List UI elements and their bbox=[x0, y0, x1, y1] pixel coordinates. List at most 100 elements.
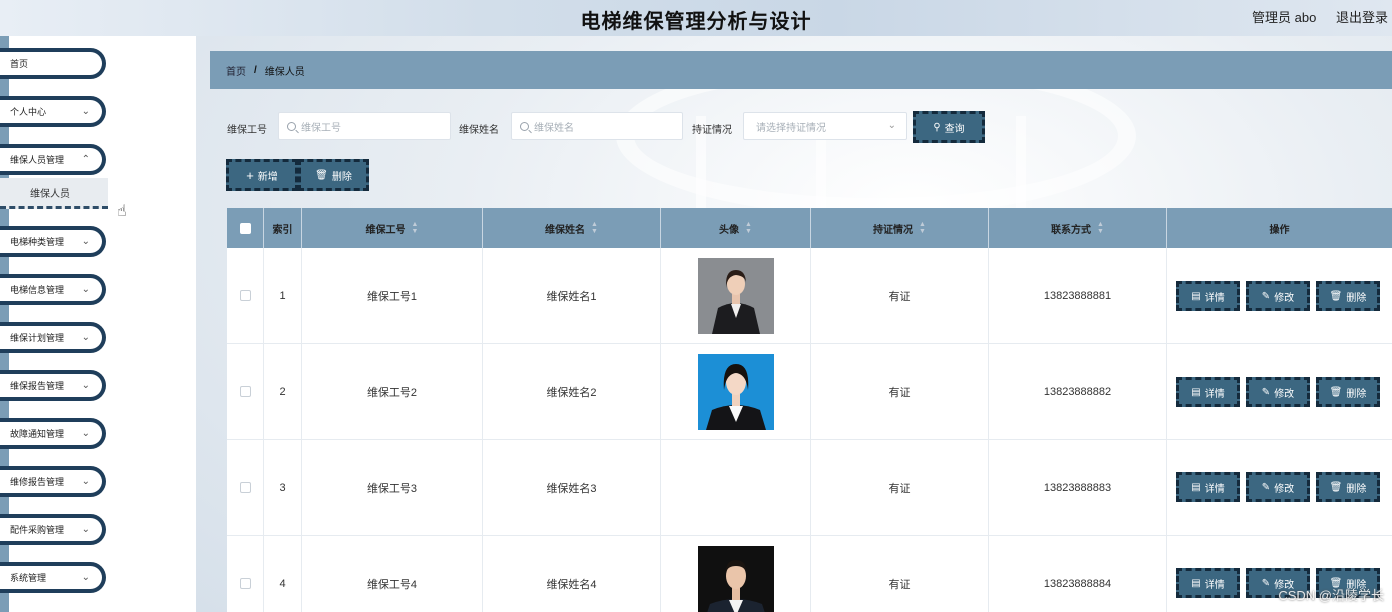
detail-button[interactable]: ▤ 详情 bbox=[1176, 377, 1240, 407]
trash-icon: 🗑 bbox=[315, 169, 328, 181]
sidebar-item-fault-notice[interactable]: 故障通知管理 ⌄ bbox=[0, 418, 106, 449]
sidebar-item-profile[interactable]: 个人中心 ⌄ bbox=[0, 96, 106, 127]
bulk-delete-button[interactable]: 🗑 删除 bbox=[298, 159, 369, 191]
detail-button-label: 详情 bbox=[1204, 579, 1225, 591]
pencil-icon: ✎ bbox=[1261, 481, 1271, 493]
delete-button[interactable]: 🗑 删除 bbox=[1316, 281, 1380, 311]
sidebar-item-label: 个人中心 bbox=[10, 107, 47, 117]
search-icon bbox=[520, 121, 529, 131]
cell-index: 2 bbox=[264, 344, 302, 440]
cell-cert: 有证 bbox=[811, 248, 989, 344]
sidebar-item-home[interactable]: 首页 bbox=[0, 48, 106, 79]
add-button-label: 新增 bbox=[257, 171, 278, 183]
cell-phone: 13823888883 bbox=[989, 440, 1167, 536]
breadcrumb: 首页 / 维保人员 bbox=[210, 51, 1392, 89]
logout-link[interactable]: 退出登录 bbox=[1336, 10, 1388, 25]
chevron-down-icon: ⌄ bbox=[81, 428, 90, 439]
header-avatar-label: 头像 bbox=[719, 224, 740, 236]
row-checkbox[interactable] bbox=[239, 290, 251, 301]
header-cert[interactable]: 持证情况 ▲ ▼ bbox=[811, 208, 989, 248]
breadcrumb-current: 维保人员 bbox=[264, 66, 305, 78]
cell-index: 1 bbox=[264, 248, 302, 344]
cell-phone: 13823888884 bbox=[989, 536, 1167, 612]
header-avatar[interactable]: 头像 ▲ ▼ bbox=[661, 208, 811, 248]
sort-icon[interactable]: ▲ ▼ bbox=[919, 221, 926, 235]
avatar-female-suit-grey[interactable] bbox=[697, 257, 774, 334]
sidebar-item-label: 维保报告管理 bbox=[10, 381, 65, 391]
header-worker-id-label: 维保工号 bbox=[365, 224, 406, 236]
sidebar-item-label: 故障通知管理 bbox=[10, 429, 65, 439]
sidebar-item-worker-management[interactable]: 维保人员管理 ⌃ bbox=[0, 144, 106, 175]
worker-id-input[interactable]: 维保工号 bbox=[278, 112, 451, 140]
chevron-up-icon: ⌃ bbox=[81, 154, 90, 165]
delete-button-label: 删除 bbox=[1346, 292, 1367, 304]
cell-worker-id: 维保工号1 bbox=[302, 248, 483, 344]
document-icon: ▤ bbox=[1191, 481, 1201, 493]
cell-worker-name: 维保姓名1 bbox=[483, 248, 661, 344]
edit-button[interactable]: ✎ 修改 bbox=[1246, 281, 1310, 311]
sort-icon[interactable]: ▲ ▼ bbox=[591, 221, 598, 235]
sidebar-subitem-label: 维保人员 bbox=[30, 188, 70, 200]
chevron-down-icon: ⌄ bbox=[81, 476, 90, 487]
cell-worker-name: 维保姓名2 bbox=[483, 344, 661, 440]
portrait-image bbox=[697, 257, 774, 334]
header-phone-label: 联系方式 bbox=[1051, 224, 1092, 236]
header-worker-name[interactable]: 维保姓名 ▲ ▼ bbox=[483, 208, 661, 248]
search-button-label: 查询 bbox=[944, 123, 965, 135]
sidebar-item-label: 配件采购管理 bbox=[10, 525, 65, 535]
detail-button-label: 详情 bbox=[1204, 483, 1225, 495]
cert-select[interactable]: 请选择持证情况 ⌄ bbox=[743, 112, 907, 140]
delete-button[interactable]: 🗑 删除 bbox=[1316, 472, 1380, 502]
avatar-female-blue-bg[interactable] bbox=[697, 353, 774, 430]
chevron-down-icon: ⌄ bbox=[81, 236, 90, 247]
header-worker-name-label: 维保姓名 bbox=[545, 224, 586, 236]
sidebar-item-maintenance-report[interactable]: 维保报告管理 ⌄ bbox=[0, 370, 106, 401]
sidebar-item-system[interactable]: 系统管理 ⌄ bbox=[0, 562, 106, 593]
sort-icon[interactable]: ▲ ▼ bbox=[412, 221, 419, 235]
sidebar-item-parts-purchase[interactable]: 配件采购管理 ⌄ bbox=[0, 514, 106, 545]
cert-label: 持证情况 bbox=[692, 125, 732, 136]
sidebar-item-elevator-type[interactable]: 电梯种类管理 ⌄ bbox=[0, 226, 106, 257]
document-icon: ▤ bbox=[1191, 386, 1201, 398]
edit-button[interactable]: ✎ 修改 bbox=[1246, 472, 1310, 502]
sidebar-item-elevator-info[interactable]: 电梯信息管理 ⌄ bbox=[0, 274, 106, 305]
header-phone[interactable]: 联系方式 ▲ ▼ bbox=[989, 208, 1167, 248]
sidebar-item-label: 维修报告管理 bbox=[10, 477, 65, 487]
select-all-checkbox[interactable] bbox=[239, 222, 251, 234]
search-button[interactable]: ⚲ 查询 bbox=[913, 111, 985, 143]
add-button[interactable]: + 新增 bbox=[226, 159, 298, 191]
chevron-down-icon: ⌄ bbox=[81, 380, 90, 391]
detail-button[interactable]: ▤ 详情 bbox=[1176, 472, 1240, 502]
chevron-down-icon: ⌄ bbox=[81, 284, 90, 295]
breadcrumb-home[interactable]: 首页 bbox=[226, 63, 246, 78]
detail-button[interactable]: ▤ 详情 bbox=[1176, 568, 1240, 598]
worker-id-placeholder: 维保工号 bbox=[301, 122, 341, 134]
detail-button[interactable]: ▤ 详情 bbox=[1176, 281, 1240, 311]
row-checkbox[interactable] bbox=[239, 386, 251, 397]
sidebar-item-repair-report[interactable]: 维修报告管理 ⌄ bbox=[0, 466, 106, 497]
row-select[interactable] bbox=[227, 536, 264, 612]
workers-table: 索引 维保工号 ▲ ▼ 维保姓名 ▲ ▼ 头像 ▲ ▼ 持证情况 ▲ ▼ 联系方式 ▲ ▼ 操作 1… bbox=[227, 208, 1392, 612]
plus-icon: + bbox=[246, 167, 254, 183]
header-worker-id[interactable]: 维保工号 ▲ ▼ bbox=[302, 208, 483, 248]
cell-worker-id: 维保工号2 bbox=[302, 344, 483, 440]
edit-button[interactable]: ✎ 修改 bbox=[1246, 377, 1310, 407]
row-checkbox[interactable] bbox=[239, 578, 251, 589]
sidebar-subitem-workers[interactable]: 维保人员 bbox=[0, 178, 108, 209]
cell-worker-name: 维保姓名4 bbox=[483, 536, 661, 612]
sidebar-item-label: 维保计划管理 bbox=[10, 333, 65, 343]
sidebar-item-maintenance-plan[interactable]: 维保计划管理 ⌄ bbox=[0, 322, 106, 353]
header-select-all[interactable] bbox=[227, 208, 264, 248]
app-title: 电梯维保管理分析与设计 bbox=[580, 11, 812, 33]
sort-icon[interactable]: ▲ ▼ bbox=[745, 221, 752, 235]
sort-icon[interactable]: ▲ ▼ bbox=[1097, 221, 1104, 235]
worker-name-input[interactable]: 维保姓名 bbox=[511, 112, 683, 140]
row-select[interactable] bbox=[227, 440, 264, 536]
delete-button[interactable]: 🗑 删除 bbox=[1316, 377, 1380, 407]
cell-cert: 有证 bbox=[811, 440, 989, 536]
row-select[interactable] bbox=[227, 344, 264, 440]
avatar-male-suit-dark[interactable] bbox=[697, 545, 774, 612]
row-checkbox[interactable] bbox=[239, 482, 251, 493]
delete-button-label: 删除 bbox=[1346, 483, 1367, 495]
row-select[interactable] bbox=[227, 248, 264, 344]
